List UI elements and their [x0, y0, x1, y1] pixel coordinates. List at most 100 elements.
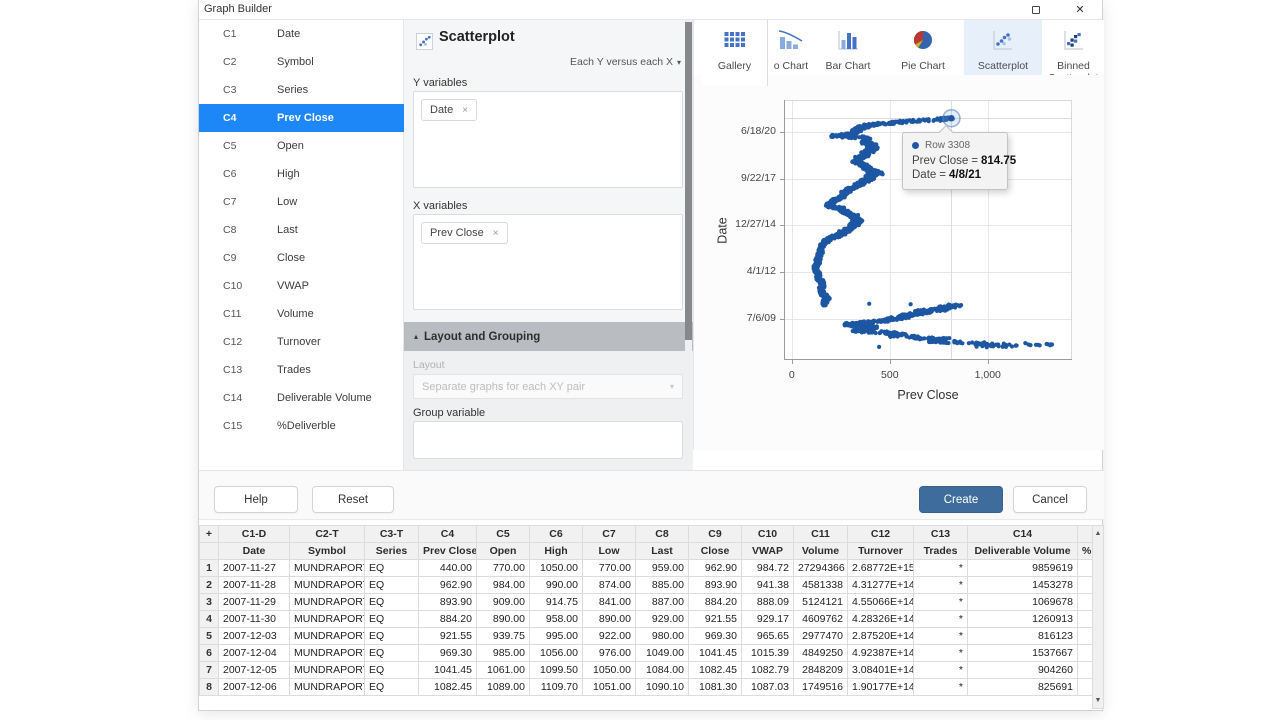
row-number-cell[interactable]: 3	[200, 594, 219, 611]
y-variable-chip[interactable]: Date×	[421, 99, 477, 121]
button-bar: Help Reset Create Cancel	[199, 470, 1104, 520]
column-list-item-c1[interactable]: C1Date	[199, 20, 404, 48]
table-scrollbar[interactable]: ▲ ▼	[1092, 525, 1104, 709]
column-name-header[interactable]: Trades	[914, 543, 968, 560]
column-id-header[interactable]: C11	[794, 526, 848, 543]
column-name-header[interactable]: Close	[689, 543, 742, 560]
column-name-header[interactable]: Low	[583, 543, 636, 560]
table-cell: 1260913	[968, 611, 1078, 628]
column-list-item-c2[interactable]: C2Symbol	[199, 48, 404, 76]
column-name-header[interactable]: Symbol	[290, 543, 365, 560]
scroll-up-icon[interactable]: ▲	[1093, 527, 1103, 540]
help-button[interactable]: Help	[214, 486, 298, 513]
column-name-header[interactable]: VWAP	[742, 543, 794, 560]
cancel-button[interactable]: Cancel	[1013, 486, 1087, 513]
create-button[interactable]: Create	[919, 486, 1003, 513]
table-row: 12007-11-27MUNDRAPORTEQ440.00770.001050.…	[200, 560, 1093, 577]
row-number-cell[interactable]: 8	[200, 679, 219, 696]
column-id-header[interactable]: C14	[968, 526, 1078, 543]
column-list-item-c13[interactable]: C13Trades	[199, 356, 404, 384]
settings-scrollbar-track[interactable]	[685, 20, 692, 470]
tooltip-line-prev-close: Prev Close=814.75	[912, 155, 998, 167]
column-id-header[interactable]: C13	[914, 526, 968, 543]
columns-panel: C1DateC2Symbol C3 Series C4Prev CloseC5Open…	[199, 20, 404, 470]
settings-scrollbar-thumb[interactable]	[685, 22, 692, 340]
column-list-item-c5[interactable]: C5Open	[199, 132, 404, 160]
column-list-item-c14[interactable]: C14Deliverable Volume	[199, 384, 404, 412]
column-list-item-c3[interactable]: C3 Series	[199, 76, 404, 104]
column-id-header[interactable]	[1078, 526, 1093, 543]
table-cell: *	[914, 645, 968, 662]
column-name-header[interactable]: High	[530, 543, 583, 560]
close-button[interactable]: ✕	[1058, 0, 1102, 20]
titlebar[interactable]: Graph Builder ✕	[199, 0, 1102, 20]
row-number-cell[interactable]: 1	[200, 560, 219, 577]
column-name-header[interactable]: Volume	[794, 543, 848, 560]
column-id-header[interactable]: C8	[636, 526, 689, 543]
column-id-header[interactable]: C4	[419, 526, 477, 543]
column-name-header[interactable]: Series	[365, 543, 419, 560]
column-name-header[interactable]: Deliverable Volume	[968, 543, 1078, 560]
remove-chip-icon[interactable]: ×	[493, 228, 499, 239]
maximize-button[interactable]	[1014, 0, 1058, 20]
layout-select[interactable]: Separate graphs for each XY pair ▾	[413, 374, 683, 399]
column-name-header[interactable]: Last	[636, 543, 689, 560]
row-number-cell[interactable]: 6	[200, 645, 219, 662]
layout-select-value: Separate graphs for each XY pair	[422, 381, 585, 393]
x-variables-box[interactable]: Prev Close×	[413, 214, 683, 310]
table-cell: EQ	[365, 577, 419, 594]
y-tick-label: 9/22/17	[714, 172, 776, 184]
table-cell: 921.55	[419, 628, 477, 645]
column-name-header[interactable]: Open	[477, 543, 530, 560]
table-cell: MUNDRAPORT	[290, 594, 365, 611]
column-list-item-c4[interactable]: C4Prev Close	[199, 104, 404, 132]
column-name-header[interactable]: %D	[1078, 543, 1093, 560]
row-number-cell[interactable]: 2	[200, 577, 219, 594]
column-id-header[interactable]: C9	[689, 526, 742, 543]
column-list-item-c12[interactable]: C12Turnover	[199, 328, 404, 356]
column-name-header[interactable]: Prev Close	[419, 543, 477, 560]
x-variable-chip[interactable]: Prev Close×	[421, 222, 508, 244]
column-list-item-c11[interactable]: C11Volume	[199, 300, 404, 328]
column-id-header[interactable]: C7	[583, 526, 636, 543]
column-id-header[interactable]: C3-T	[365, 526, 419, 543]
table-cell: 874.00	[583, 577, 636, 594]
column-name-header[interactable]: Date	[219, 543, 290, 560]
row-number-cell[interactable]: 4	[200, 611, 219, 628]
column-id-header[interactable]: C5	[477, 526, 530, 543]
column-id: C3	[223, 84, 263, 96]
tooltip-row-label: Row 3308	[925, 140, 970, 151]
table-cell: 2007-11-29	[219, 594, 290, 611]
column-id-header[interactable]: C1-D	[219, 526, 290, 543]
column-list-item-c10[interactable]: C10VWAP	[199, 272, 404, 300]
gallery-item-gallery[interactable]: Gallery	[702, 20, 768, 86]
scroll-down-icon[interactable]: ▼	[1093, 694, 1103, 707]
column-id-header[interactable]: C2-T	[290, 526, 365, 543]
layout-grouping-header[interactable]: ▴ Layout and Grouping	[404, 322, 693, 351]
bar-chart-icon	[836, 28, 860, 52]
table-cell: 1041.45	[689, 645, 742, 662]
row-number-cell[interactable]: 7	[200, 662, 219, 679]
column-id-header[interactable]: C12	[848, 526, 914, 543]
column-list-item-c6[interactable]: C6High	[199, 160, 404, 188]
column-id-header[interactable]: C10	[742, 526, 794, 543]
column-name: Close	[277, 252, 305, 264]
table-cell: 959.00	[636, 560, 689, 577]
group-variable-box[interactable]	[413, 421, 683, 459]
reset-button[interactable]: Reset	[312, 486, 394, 513]
column-id-header[interactable]: C6	[530, 526, 583, 543]
column-list-item-c8[interactable]: C8Last	[199, 216, 404, 244]
table-corner-cell[interactable]: +	[200, 526, 219, 543]
y-versus-x-dropdown[interactable]: Each Y versus each X▾	[570, 56, 681, 68]
column-list-item-c15[interactable]: C15%Deliverble	[199, 412, 404, 440]
table-cell: MUNDRAPORT	[290, 560, 365, 577]
row-number-cell[interactable]: 5	[200, 628, 219, 645]
remove-chip-icon[interactable]: ×	[462, 105, 468, 116]
column-list-item-c7[interactable]: C7Low	[199, 188, 404, 216]
y-variables-box[interactable]: Date×	[413, 91, 683, 188]
column-name: Series	[277, 84, 308, 96]
table-cell	[1078, 594, 1093, 611]
column-list-item-c9[interactable]: C9Close	[199, 244, 404, 272]
table-cell: *	[914, 662, 968, 679]
column-name-header[interactable]: Turnover	[848, 543, 914, 560]
